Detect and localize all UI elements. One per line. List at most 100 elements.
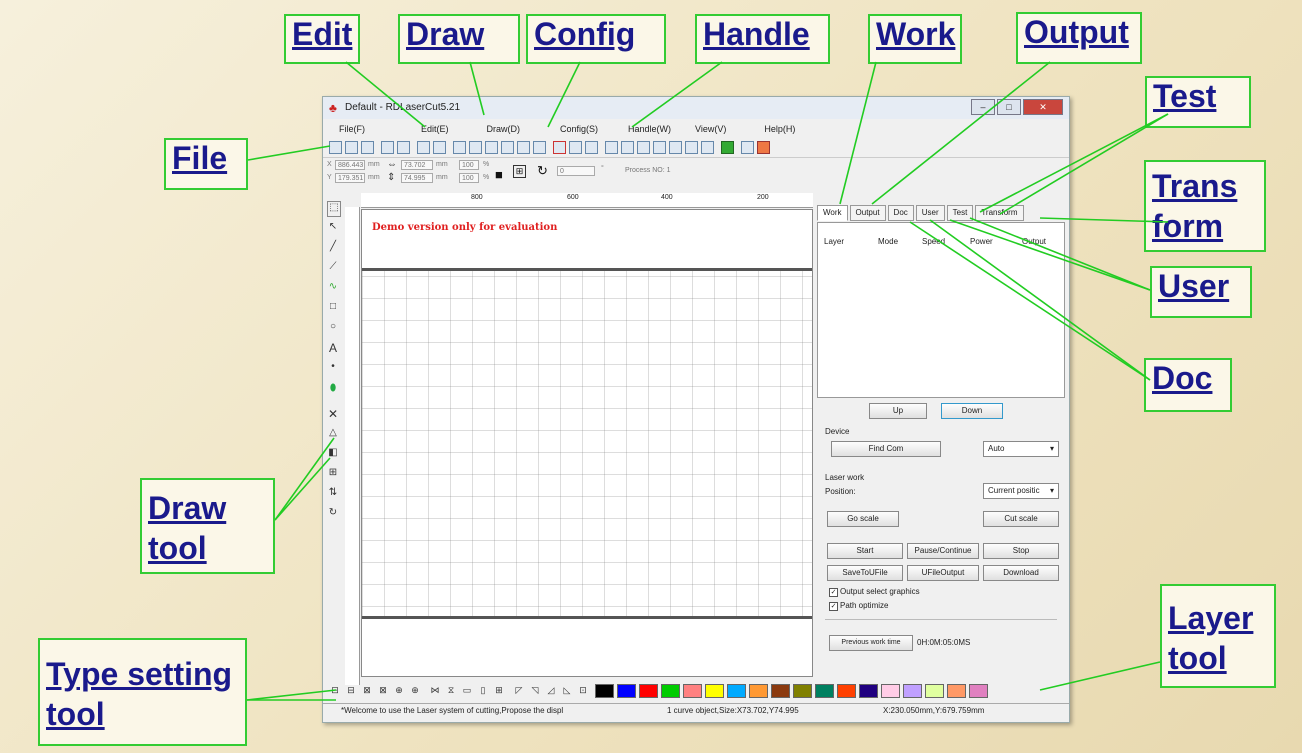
layer-down-button[interactable]: Down [941, 403, 1003, 419]
layer-up-button[interactable]: Up [869, 403, 927, 419]
layer-list[interactable]: Layer Mode Speed Power Output [817, 222, 1065, 398]
rotate-icon[interactable]: ↻ [537, 163, 548, 179]
zoom-out-icon[interactable] [485, 141, 498, 154]
rectangle-icon[interactable] [637, 141, 650, 154]
curve-tool-icon[interactable]: ∿ [327, 281, 339, 295]
edit-node-icon[interactable]: ↖ [327, 221, 339, 235]
align-bottom-icon[interactable]: ⊠ [377, 684, 389, 697]
tool-icon[interactable] [585, 141, 598, 154]
curve-icon[interactable] [605, 141, 618, 154]
ellipse-tool-icon[interactable]: ○ [327, 321, 339, 335]
export-icon[interactable] [397, 141, 410, 154]
same-width-icon[interactable]: ▭ [461, 684, 473, 697]
menu-config[interactable]: Config(S) [560, 121, 598, 137]
layer-color-13[interactable] [859, 684, 878, 698]
order-tool-icon[interactable]: ⇅ [327, 487, 339, 501]
new-file-icon[interactable] [329, 141, 342, 154]
align-center-v-icon[interactable]: ⊕ [409, 684, 421, 697]
align-left-icon[interactable]: ⊟ [329, 684, 341, 697]
close-button[interactable]: ✕ [1023, 99, 1063, 115]
page-top-left-icon[interactable]: ◸ [513, 684, 525, 697]
layer-color-12[interactable] [837, 684, 856, 698]
pause-continue-button[interactable]: Pause/Continue [907, 543, 979, 559]
lock-icon[interactable]: ■ [495, 167, 503, 182]
page-bottom-left-icon[interactable]: ◺ [561, 684, 573, 697]
align-top-icon[interactable]: ⊠ [361, 684, 373, 697]
pan-icon[interactable] [453, 141, 466, 154]
layer-color-18[interactable] [969, 684, 988, 698]
tab-user[interactable]: User [915, 205, 945, 221]
align-h-icon[interactable] [669, 141, 682, 154]
save-file-icon[interactable] [361, 141, 374, 154]
menu-help[interactable]: Help(H) [764, 121, 795, 137]
delete-tool-icon[interactable]: ✕ [327, 407, 339, 421]
tab-transform[interactable]: Transform [975, 205, 1024, 221]
layer-color-9[interactable] [771, 684, 790, 698]
tree-icon[interactable] [653, 141, 666, 154]
polyline-tool-icon[interactable]: ⟋ [327, 261, 339, 275]
scale-width-field[interactable]: 100 [459, 160, 479, 170]
page-bottom-right-icon[interactable]: ◿ [545, 684, 557, 697]
line-tool-icon[interactable]: ╱ [327, 241, 339, 255]
zoom-page-icon[interactable] [517, 141, 530, 154]
save-to-ufile-button[interactable]: SaveToUFile [827, 565, 903, 581]
menu-handle[interactable]: Handle(W) [628, 121, 671, 137]
select-tool-icon[interactable]: ⬚ [327, 201, 341, 217]
bmp-icon[interactable] [621, 141, 634, 154]
import-icon[interactable] [381, 141, 394, 154]
find-com-button[interactable]: Find Com [831, 441, 941, 457]
layer-color-7[interactable] [727, 684, 746, 698]
layer-color-11[interactable] [815, 684, 834, 698]
layer-color-5[interactable] [683, 684, 702, 698]
menu-view[interactable]: View(V) [695, 121, 726, 137]
rotate-tool-icon[interactable]: ↻ [327, 507, 339, 521]
tools-icon[interactable] [741, 141, 754, 154]
layer-color-16[interactable] [925, 684, 944, 698]
stop-button[interactable]: Stop [983, 543, 1059, 559]
output-select-graphics-checkbox[interactable]: ✓ Output select graphics [829, 587, 920, 597]
redo-icon[interactable] [433, 141, 446, 154]
x-position-field[interactable]: 886.443 [335, 160, 365, 170]
layer-color-1[interactable] [595, 684, 614, 698]
maximize-button[interactable]: □ [997, 99, 1021, 115]
device-select[interactable]: Auto ▾ [983, 441, 1059, 457]
layer-color-3[interactable] [639, 684, 658, 698]
align-center-h-icon[interactable]: ⊕ [393, 684, 405, 697]
height-field[interactable]: 74.995 [401, 173, 433, 183]
zoom-in-icon[interactable] [501, 141, 514, 154]
cut-scale-button[interactable]: Cut scale [983, 511, 1059, 527]
start-button[interactable]: Start [827, 543, 903, 559]
page-top-right-icon[interactable]: ◹ [529, 684, 541, 697]
laser-icon[interactable] [757, 141, 770, 154]
distribute-v-icon[interactable]: ⧖ [445, 684, 457, 697]
text-tool-icon[interactable]: A [327, 341, 339, 355]
minimize-button[interactable]: – [971, 99, 995, 115]
tab-output[interactable]: Output [849, 205, 886, 221]
menu-file[interactable]: File(F) [339, 121, 365, 137]
scale-height-field[interactable]: 100 [459, 173, 479, 183]
layer-color-6[interactable] [705, 684, 724, 698]
mirror-tool-icon[interactable]: △ [327, 427, 339, 441]
align-tool-icon[interactable]: ◧ [327, 447, 339, 461]
center-icon[interactable]: ⊞ [513, 165, 526, 178]
layer-color-2[interactable] [617, 684, 636, 698]
previous-work-time-button[interactable]: Previous work time [829, 635, 913, 651]
angle-field[interactable]: 0 [557, 166, 595, 176]
width-field[interactable]: 73.702 [401, 160, 433, 170]
distribute-h-icon[interactable]: ⋈ [429, 684, 441, 697]
y-position-field[interactable]: 179.351 [335, 173, 365, 183]
align-right-icon[interactable]: ⊟ [345, 684, 357, 697]
download-button[interactable]: Download [983, 565, 1059, 581]
download-icon[interactable] [721, 141, 734, 154]
tab-test[interactable]: Test [946, 205, 974, 221]
tab-doc[interactable]: Doc [887, 205, 914, 221]
tab-work[interactable]: Work [817, 205, 848, 221]
layer-color-10[interactable] [793, 684, 812, 698]
position-select[interactable]: Current positic ▾ [983, 483, 1059, 499]
align-v-icon[interactable] [685, 141, 698, 154]
rectangle-tool-icon[interactable]: □ [327, 301, 339, 315]
same-height-icon[interactable]: ▯ [477, 684, 489, 697]
array-tool-icon[interactable]: ⊞ [327, 467, 339, 481]
go-scale-button[interactable]: Go scale [827, 511, 899, 527]
drawing-canvas[interactable]: Demo version only for evaluation [361, 209, 813, 677]
